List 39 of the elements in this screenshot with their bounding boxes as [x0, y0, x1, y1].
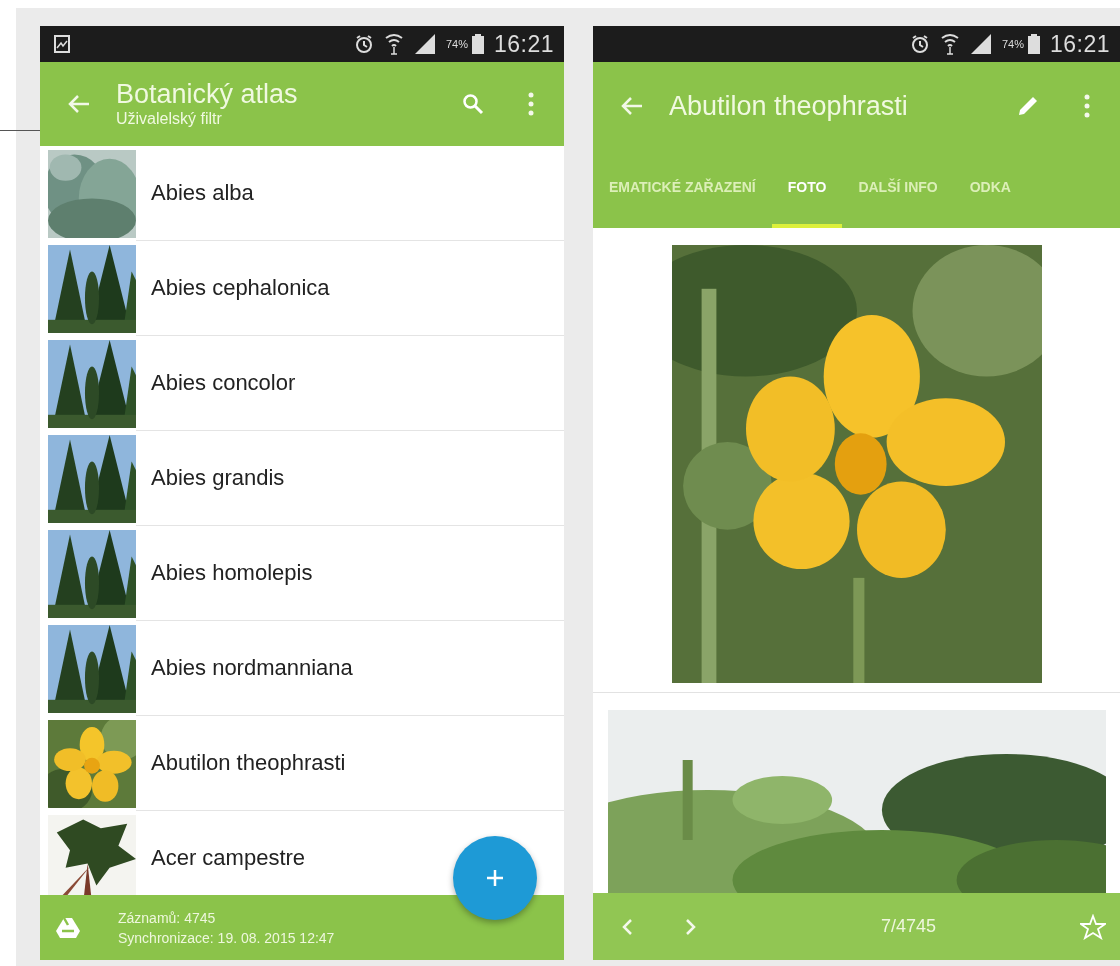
plant-name[interactable]: Acer campestre	[151, 845, 306, 871]
record-count: Záznamů: 4745	[118, 909, 217, 926]
page-position: 7/4745	[879, 916, 938, 937]
plant-name[interactable]: Abies homolepis	[151, 560, 313, 586]
screen-title: Botanický atlas	[116, 79, 299, 109]
screen-title: Abutilon theophrasti	[669, 91, 909, 121]
image-icon	[54, 35, 70, 53]
back-icon[interactable]	[68, 94, 90, 114]
pencil-icon[interactable]	[1016, 94, 1040, 118]
previous-icon[interactable]	[621, 917, 633, 936]
more-icon[interactable]	[1084, 94, 1090, 118]
star-icon[interactable]	[1080, 913, 1106, 940]
signal-icon	[969, 33, 992, 55]
drive-icon[interactable]	[56, 916, 80, 939]
search-icon[interactable]	[462, 93, 484, 115]
alarm-icon	[909, 34, 930, 54]
back-icon[interactable]	[621, 96, 643, 116]
plant-name[interactable]: Abies alba	[151, 180, 254, 206]
more-icon[interactable]	[528, 92, 534, 116]
plus-icon	[486, 869, 504, 887]
wifi-icon	[383, 33, 404, 55]
battery-icon	[471, 34, 484, 54]
battery-level: 74%	[445, 38, 468, 50]
alarm-icon	[353, 34, 374, 54]
battery-level: 74%	[1001, 38, 1024, 50]
add-button[interactable]	[453, 836, 537, 920]
plant-name[interactable]: Abies concolor	[151, 370, 296, 396]
clock-time: 16:21	[1049, 30, 1110, 58]
next-icon[interactable]	[685, 917, 697, 936]
plant-name[interactable]: Abutilon theophrasti	[151, 750, 346, 776]
battery-icon	[1027, 34, 1040, 54]
screen-subtitle: Uživalelský filtr	[116, 109, 223, 129]
plant-name[interactable]: Abies cephalonica	[151, 275, 330, 301]
wifi-icon	[939, 33, 960, 55]
signal-icon	[413, 33, 436, 55]
plant-name[interactable]: Abies nordmanniana	[151, 655, 353, 681]
plant-name[interactable]: Abies grandis	[151, 465, 285, 491]
clock-time: 16:21	[493, 30, 554, 58]
sync-date: Synchronizace: 19. 08. 2015 12:47	[118, 929, 335, 946]
